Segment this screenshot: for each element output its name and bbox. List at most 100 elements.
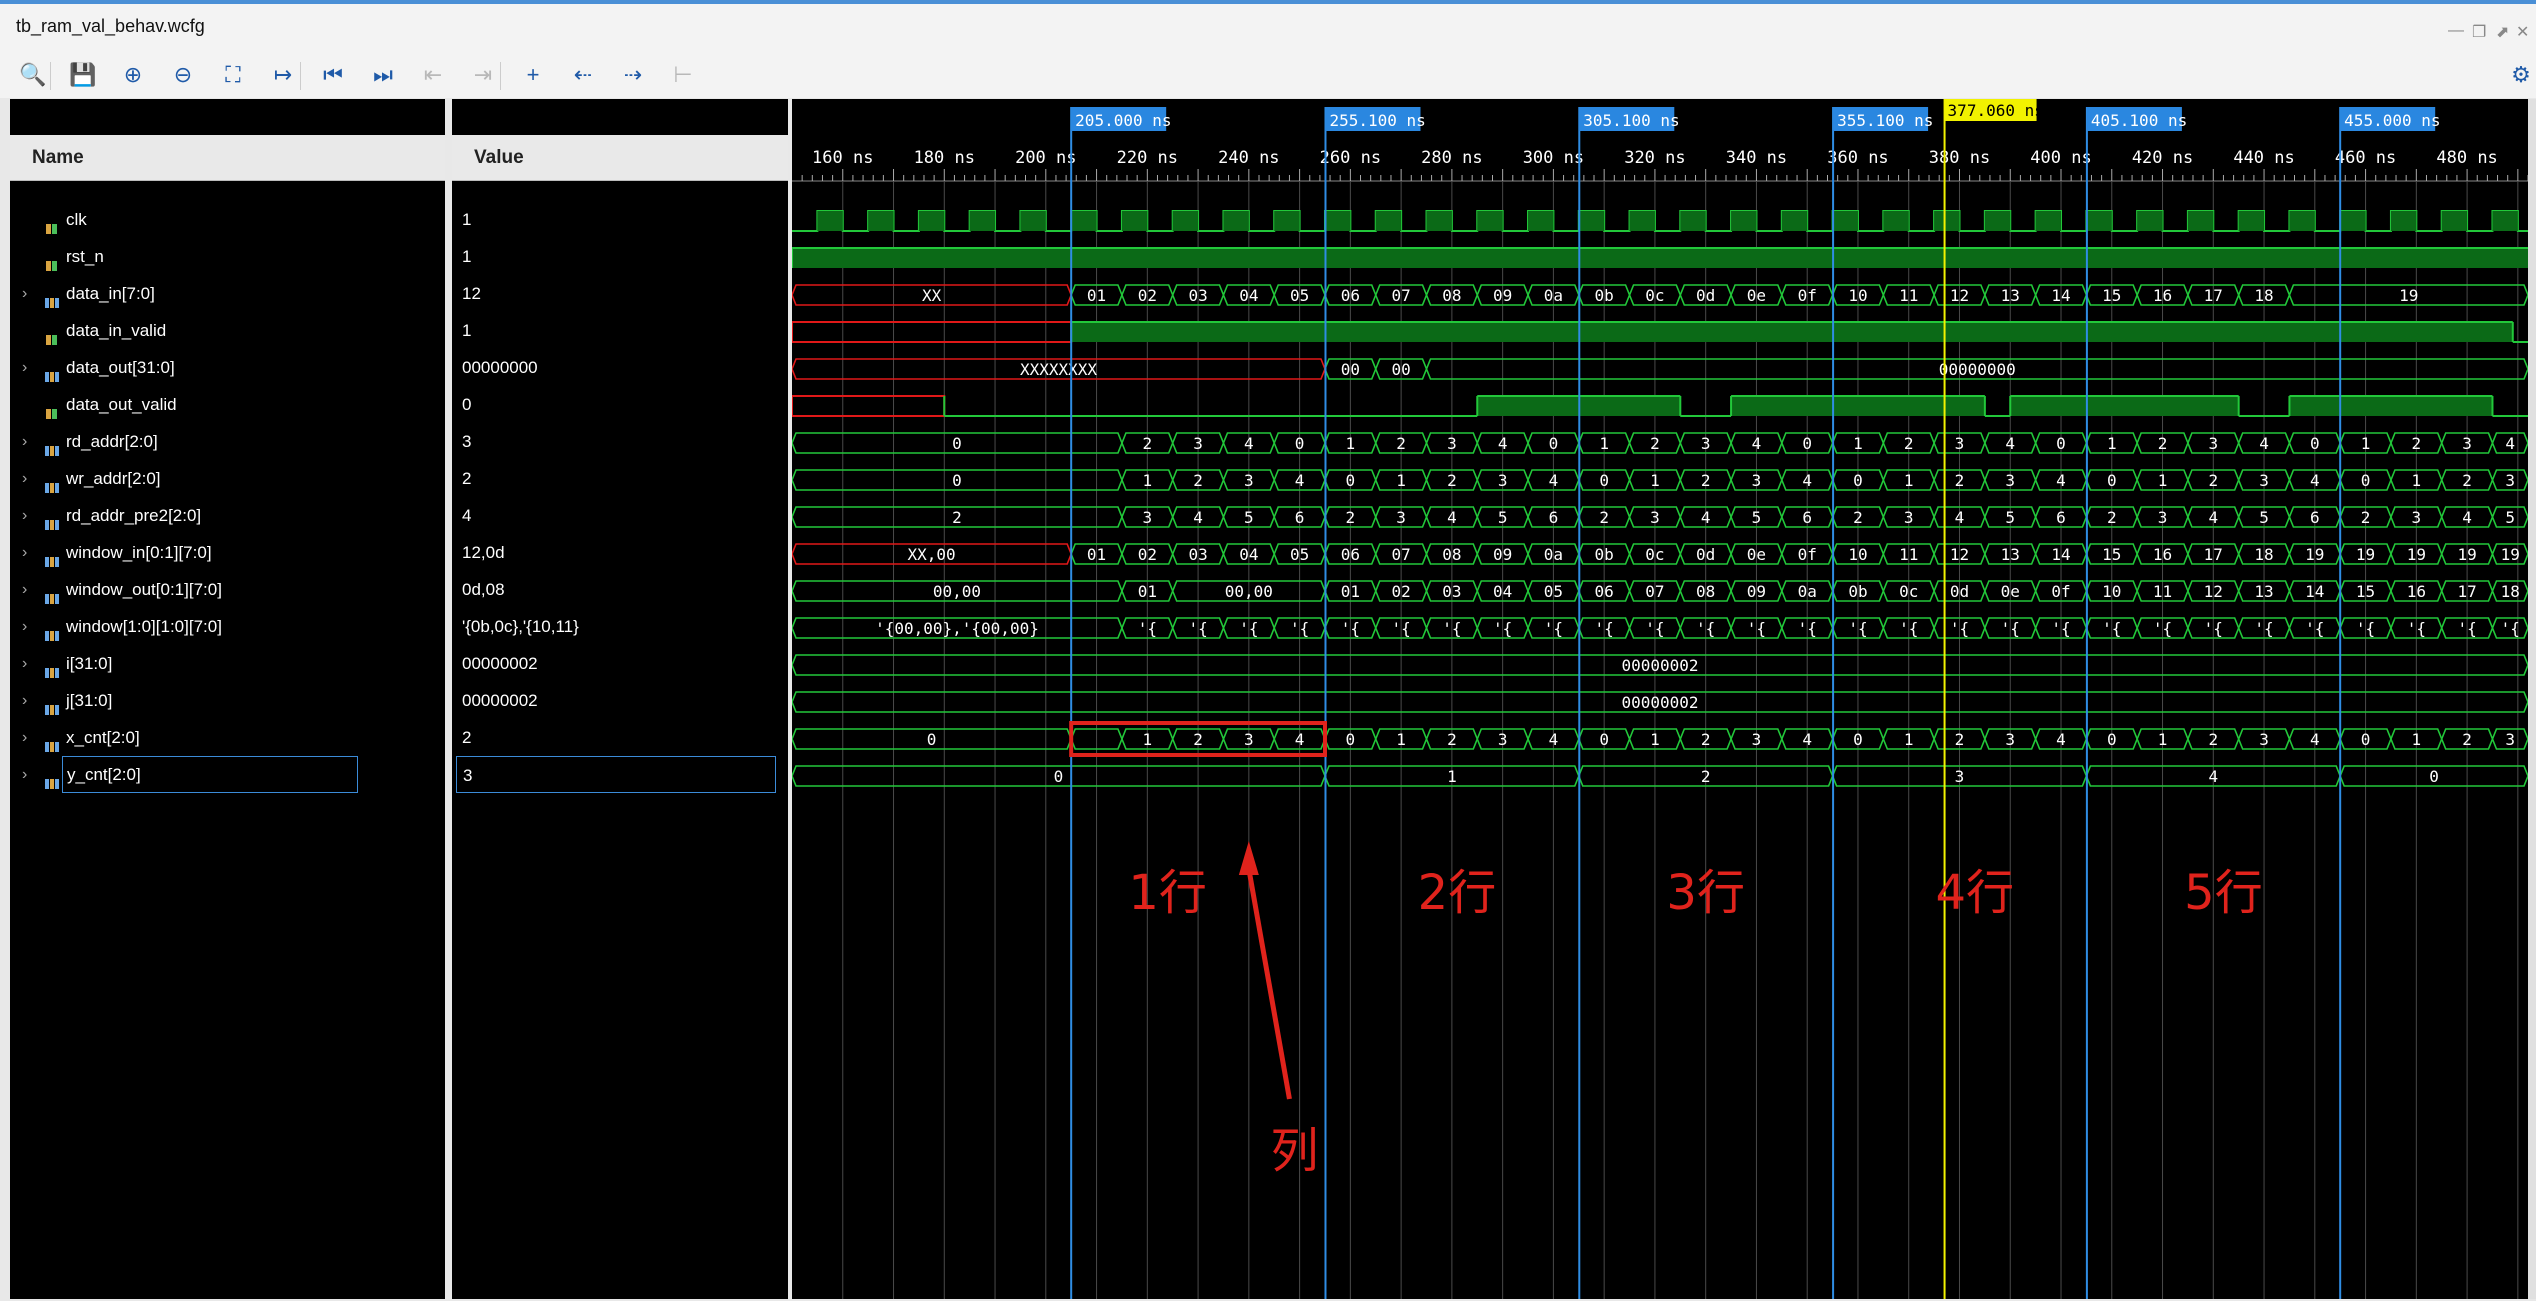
bus-value-label: 11 bbox=[1899, 286, 1918, 305]
signal-row[interactable]: clk bbox=[10, 201, 445, 238]
bus-signal-icon bbox=[44, 508, 60, 530]
signal-row[interactable]: data_out_valid bbox=[10, 386, 445, 423]
signal-value-row[interactable]: 12 bbox=[452, 275, 788, 312]
expand-chevron-icon[interactable]: › bbox=[22, 645, 36, 682]
waveform-canvas[interactable]: 160 ns 180 ns 200 ns 220 ns 240 ns 260 ns 280 … bbox=[792, 99, 2528, 1299]
name-column-header[interactable]: Name bbox=[10, 135, 445, 181]
bus-value-label: 1 bbox=[2361, 434, 2371, 453]
expand-chevron-icon[interactable]: › bbox=[22, 460, 36, 497]
signal-row[interactable]: › y_cnt[2:0] bbox=[10, 756, 445, 793]
signal-value: '{0b,0c},'{10,11} bbox=[462, 617, 579, 636]
signal-value-row[interactable]: 2 bbox=[452, 719, 788, 756]
signal-value-row[interactable]: 3 bbox=[456, 756, 776, 793]
expand-chevron-icon[interactable]: › bbox=[22, 608, 36, 645]
bus-value-label: 4 bbox=[2310, 730, 2320, 749]
bus-value-label: 2 bbox=[952, 508, 962, 527]
bus-value-label: 11 bbox=[2153, 582, 2172, 601]
bus-value-label: '{ bbox=[1950, 619, 1969, 638]
bus-value-label: XX,00 bbox=[908, 545, 956, 564]
signal-row[interactable]: › data_in[7:0] bbox=[10, 275, 445, 312]
signal-value-row[interactable]: 1 bbox=[452, 238, 788, 275]
value-column-header[interactable]: Value bbox=[452, 135, 788, 181]
add-marker-icon[interactable]: + bbox=[518, 60, 548, 90]
signal-value: 3 bbox=[463, 766, 473, 785]
signal-row[interactable]: › rd_addr_pre2[2:0] bbox=[10, 497, 445, 534]
signal-row[interactable]: › rd_addr[2:0] bbox=[10, 423, 445, 460]
expand-chevron-icon[interactable]: › bbox=[22, 719, 36, 756]
bus-value-label: 06 bbox=[1341, 545, 1360, 564]
signal-value-row[interactable]: 00000002 bbox=[452, 682, 788, 719]
ruler-tick-label: 240 ns bbox=[1218, 148, 1279, 168]
signal-value-row[interactable]: 00000002 bbox=[452, 645, 788, 682]
signal-row[interactable]: › x_cnt[2:0] bbox=[10, 719, 445, 756]
signal-value-row[interactable]: 4 bbox=[452, 497, 788, 534]
signal-row[interactable]: rst_n bbox=[10, 238, 445, 275]
clock-high-fill bbox=[817, 211, 843, 231]
signal-value-row[interactable]: 1 bbox=[452, 312, 788, 349]
bus-value-label: 07 bbox=[1391, 286, 1410, 305]
bus-value-label: 6 bbox=[1295, 508, 1305, 527]
expand-chevron-icon[interactable]: › bbox=[22, 682, 36, 719]
gear-icon[interactable]: ⚙ bbox=[2506, 60, 2536, 90]
vertical-scrollbar[interactable] bbox=[2528, 99, 2536, 1299]
bus-value-label: 2 bbox=[1447, 471, 1457, 490]
signal-row[interactable]: › window[1:0][1:0][7:0] bbox=[10, 608, 445, 645]
expand-chevron-icon[interactable]: › bbox=[22, 571, 36, 608]
minimize-icon[interactable]: — bbox=[2448, 22, 2464, 40]
signal-row[interactable]: › window_out[0:1][7:0] bbox=[10, 571, 445, 608]
bus-value-label: 0c bbox=[1645, 545, 1664, 564]
signal-value-row[interactable]: 00000000 bbox=[452, 349, 788, 386]
zoom-in-icon[interactable]: ⊕ bbox=[118, 60, 148, 90]
marker-label: 455.000 ns bbox=[2344, 111, 2440, 130]
signal-row[interactable]: › j[31:0] bbox=[10, 682, 445, 719]
signal-value-row[interactable]: 0d,08 bbox=[452, 571, 788, 608]
clock-high-fill bbox=[1172, 211, 1199, 231]
bus-value-label: 0 bbox=[952, 471, 962, 490]
previous-marker-icon[interactable]: ⇠ bbox=[568, 60, 598, 90]
link-icon[interactable]: ⊢ bbox=[668, 60, 698, 90]
maximize-icon[interactable]: ⬈ bbox=[2496, 22, 2509, 42]
bus-value-label: '{ bbox=[1595, 619, 1614, 638]
go-to-end-icon[interactable]: ⏭ bbox=[368, 60, 398, 90]
signal-row[interactable]: › window_in[0:1][7:0] bbox=[10, 534, 445, 571]
clock-high-fill bbox=[1934, 211, 1960, 231]
snap-icon[interactable]: ⇥ bbox=[468, 60, 498, 90]
go-to-start-icon[interactable]: ⏮ bbox=[318, 60, 348, 90]
signal-value-row[interactable]: 12,0d bbox=[452, 534, 788, 571]
expand-chevron-icon[interactable]: › bbox=[22, 534, 36, 571]
bus-value-label: 2 bbox=[1853, 508, 1863, 527]
signal-row[interactable]: › i[31:0] bbox=[10, 645, 445, 682]
bus-value-label: '{ bbox=[1290, 619, 1309, 638]
toolbar-separator bbox=[50, 62, 51, 90]
signal-value-row[interactable]: 2 bbox=[452, 460, 788, 497]
signal-value-row[interactable]: 0 bbox=[452, 386, 788, 423]
zoom-out-icon[interactable]: ⊖ bbox=[168, 60, 198, 90]
signal-name: j[31:0] bbox=[66, 691, 113, 710]
search-icon[interactable]: 🔍 bbox=[18, 60, 48, 90]
row-annotation: 5行 bbox=[2184, 865, 2263, 921]
bus-value-label: 0 bbox=[2310, 434, 2320, 453]
expand-chevron-icon[interactable]: › bbox=[22, 349, 36, 386]
zoom-fit-icon[interactable]: ⛶ bbox=[218, 60, 248, 90]
signal-value-row[interactable]: 3 bbox=[452, 423, 788, 460]
swap-cursors-icon[interactable]: ⇤ bbox=[418, 60, 448, 90]
go-to-cursor-icon[interactable]: ↦ bbox=[268, 60, 298, 90]
bus-value-label: 6 bbox=[2310, 508, 2320, 527]
close-icon[interactable]: ✕ bbox=[2516, 22, 2529, 42]
cursor-label: 377.060 ns bbox=[1948, 101, 2044, 120]
expand-chevron-icon[interactable]: › bbox=[22, 756, 36, 793]
signal-row[interactable]: › wr_addr[2:0] bbox=[10, 460, 445, 497]
expand-chevron-icon[interactable]: › bbox=[22, 497, 36, 534]
signal-row[interactable]: › data_out[31:0] bbox=[10, 349, 445, 386]
unknown-segment bbox=[792, 395, 946, 417]
save-icon[interactable]: 💾 bbox=[68, 60, 98, 90]
signal-value-row[interactable]: '{0b,0c},'{10,11} bbox=[452, 608, 788, 645]
signal-value-row[interactable]: 1 bbox=[452, 201, 788, 238]
next-marker-icon[interactable]: ⇢ bbox=[618, 60, 648, 90]
restore-icon[interactable]: ❐ bbox=[2472, 22, 2486, 42]
expand-chevron-icon[interactable]: › bbox=[22, 423, 36, 460]
signal-row[interactable]: data_in_valid bbox=[10, 312, 445, 349]
signal-name: i[31:0] bbox=[66, 654, 113, 673]
expand-chevron-icon[interactable]: › bbox=[22, 275, 36, 312]
bus-value-label: XXXXXXXX bbox=[1020, 360, 1097, 379]
